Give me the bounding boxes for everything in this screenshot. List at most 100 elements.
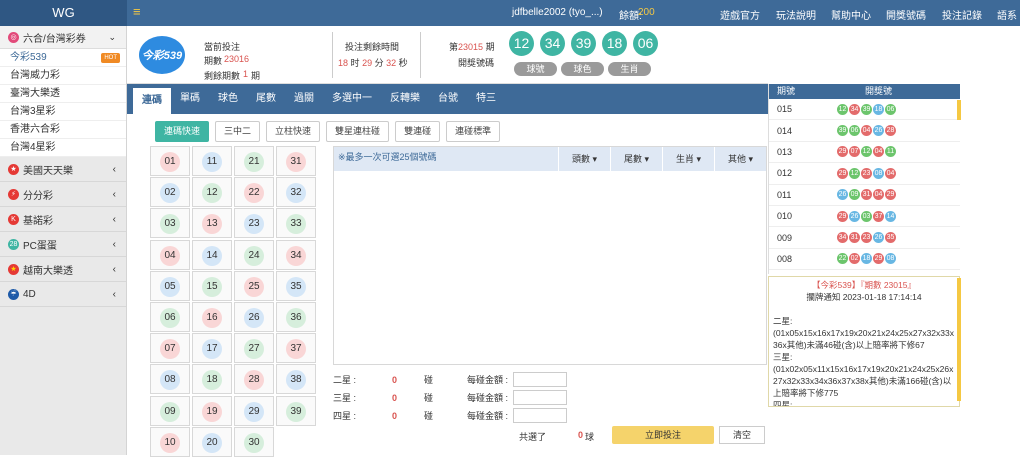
mode-standard-button[interactable]: 連碰標準: [446, 121, 501, 142]
number-cell[interactable]: 38: [276, 364, 316, 395]
number-cell[interactable]: 18: [192, 364, 232, 395]
number-cell[interactable]: 23: [234, 208, 274, 239]
tab-special-three[interactable]: 特三: [467, 84, 505, 114]
mode-double-pillar-button[interactable]: 雙星連柱碰: [326, 121, 390, 142]
clear-button[interactable]: 清空: [719, 426, 765, 444]
number-cell[interactable]: 16: [192, 302, 232, 332]
sidebar-item-lotto[interactable]: 臺灣大樂透: [0, 85, 126, 103]
site-logo[interactable]: WG: [0, 0, 127, 26]
number-cell[interactable]: 07: [150, 333, 190, 364]
pill-zodiac[interactable]: 生肖: [608, 62, 651, 76]
star-icon: ★: [8, 163, 19, 175]
number-cell[interactable]: 09: [150, 395, 190, 426]
number-cell[interactable]: 11: [192, 146, 232, 176]
number-cell[interactable]: 39: [276, 395, 316, 426]
sidebar-section-lottery[interactable]: ◎ 六合/台灣彩券 ⌄: [0, 26, 126, 49]
number-cell[interactable]: 34: [276, 239, 316, 270]
submit-bet-button[interactable]: 立即投注: [612, 426, 714, 444]
number-cell[interactable]: 19: [192, 395, 232, 426]
mode-pillar-button[interactable]: 立柱快速: [266, 121, 321, 142]
number-cell[interactable]: 26: [234, 302, 274, 332]
number-cell[interactable]: 37: [276, 333, 316, 364]
sidebar-item-3star[interactable]: 台灣3星彩: [0, 103, 126, 121]
number-cell[interactable]: 17: [192, 333, 232, 364]
three-star-amount-input[interactable]: [513, 390, 567, 405]
tab-multi[interactable]: 多選中一: [323, 84, 381, 114]
four-star-amount-input[interactable]: [513, 408, 567, 423]
filter-zodiac-dropdown[interactable]: 生肖 ▾: [662, 147, 714, 171]
number-cell[interactable]: 22: [234, 177, 274, 208]
sidebar-item-4star[interactable]: 台灣4星彩: [0, 139, 126, 157]
pill-ball-color[interactable]: 球色: [561, 62, 604, 76]
number-ball: 10: [160, 432, 180, 453]
number-cell[interactable]: 20: [192, 426, 232, 457]
result-ball: 34: [540, 31, 565, 56]
nav-official[interactable]: 遊戲官方: [720, 7, 760, 22]
number-ball: 31: [286, 152, 306, 172]
number-cell[interactable]: 01: [150, 146, 190, 176]
number-cell[interactable]: 27: [234, 333, 274, 364]
number-cell[interactable]: 03: [150, 208, 190, 239]
sidebar-group-us[interactable]: ★ 美國天天樂 ‹: [0, 157, 126, 182]
number-cell[interactable]: 32: [276, 177, 316, 208]
sidebar-group-minute[interactable]: ⚡ 分分彩 ‹: [0, 182, 126, 207]
number-cell[interactable]: 15: [192, 270, 232, 301]
number-cell[interactable]: 13: [192, 208, 232, 239]
filter-head-dropdown[interactable]: 頭數 ▾: [558, 147, 610, 171]
filter-other-dropdown[interactable]: 其他 ▾: [714, 147, 766, 171]
sidebar-group-4d[interactable]: ☔ 4D ‹: [0, 282, 126, 307]
number-cell[interactable]: 04: [150, 239, 190, 270]
sidebar-item-marksix[interactable]: 香港六合彩: [0, 121, 126, 139]
nav-rules[interactable]: 玩法說明: [776, 7, 816, 22]
row-label: 三星 :: [333, 393, 357, 403]
nav-bet-records[interactable]: 投注記錄: [942, 7, 982, 22]
number-cell[interactable]: 12: [192, 177, 232, 208]
number-cell[interactable]: 30: [234, 426, 274, 457]
tab-single[interactable]: 單碼: [171, 84, 209, 114]
menu-icon[interactable]: ≡: [133, 4, 141, 19]
history-ball: 12: [861, 146, 872, 158]
number-cell[interactable]: 25: [234, 270, 274, 301]
tab-consecutive[interactable]: 連碼: [133, 88, 171, 114]
row-count: 0: [392, 393, 398, 403]
number-cell[interactable]: 06: [150, 302, 190, 332]
sidebar-group-pc28[interactable]: 28 PC蛋蛋 ‹: [0, 232, 126, 257]
number-cell[interactable]: 35: [276, 270, 316, 301]
number-cell[interactable]: 21: [234, 146, 274, 176]
nav-help[interactable]: 幫助中心: [831, 7, 871, 22]
tab-reverse[interactable]: 反轉樂: [381, 84, 429, 114]
number-cell[interactable]: 24: [234, 239, 274, 270]
sidebar-item-539[interactable]: 今彩539 HOT: [0, 49, 126, 67]
number-cell[interactable]: 08: [150, 364, 190, 395]
number-cell[interactable]: 33: [276, 208, 316, 239]
two-star-amount-input[interactable]: [513, 372, 567, 387]
history-ball: 29: [885, 189, 896, 201]
number-cell[interactable]: 28: [234, 364, 274, 395]
number-cell[interactable]: 05: [150, 270, 190, 301]
tab-pass[interactable]: 過關: [285, 84, 323, 114]
tab-color[interactable]: 球色: [209, 84, 247, 114]
tab-taiwan-number[interactable]: 台號: [429, 84, 467, 114]
number-cell[interactable]: 36: [276, 302, 316, 332]
mode-three-two-button[interactable]: 三中二: [215, 121, 261, 142]
history-scrollbar[interactable]: [957, 100, 961, 120]
number-cell[interactable]: 31: [276, 146, 316, 176]
number-cell[interactable]: 14: [192, 239, 232, 270]
mode-double-button[interactable]: 雙連碰: [395, 121, 441, 142]
history-ball: 04: [861, 125, 872, 137]
mode-quick-button[interactable]: 連碼快速: [155, 121, 210, 142]
tab-tail[interactable]: 尾數: [247, 84, 285, 114]
sidebar-item-powerball[interactable]: 台灣威力彩: [0, 67, 126, 85]
notice-scrollbar[interactable]: [957, 278, 961, 401]
nav-results[interactable]: 開獎號碼: [886, 7, 926, 22]
username[interactable]: jdfbelle2002 (tyo_...): [512, 7, 603, 18]
number-cell[interactable]: 10: [150, 426, 190, 457]
sidebar-group-keno[interactable]: K 基諾彩 ‹: [0, 207, 126, 232]
filter-tail-dropdown[interactable]: 尾數 ▾: [610, 147, 662, 171]
sidebar-group-vietnam[interactable]: ★ 越南大樂透 ‹: [0, 257, 126, 282]
notice-panel: 【今彩539】『期數 23015』 攔牌通知 2023-01-18 17:14:…: [768, 276, 960, 407]
nav-language[interactable]: 語系: [997, 7, 1017, 22]
pill-ball-number[interactable]: 球號: [514, 62, 557, 76]
number-cell[interactable]: 02: [150, 177, 190, 208]
number-cell[interactable]: 29: [234, 395, 274, 426]
